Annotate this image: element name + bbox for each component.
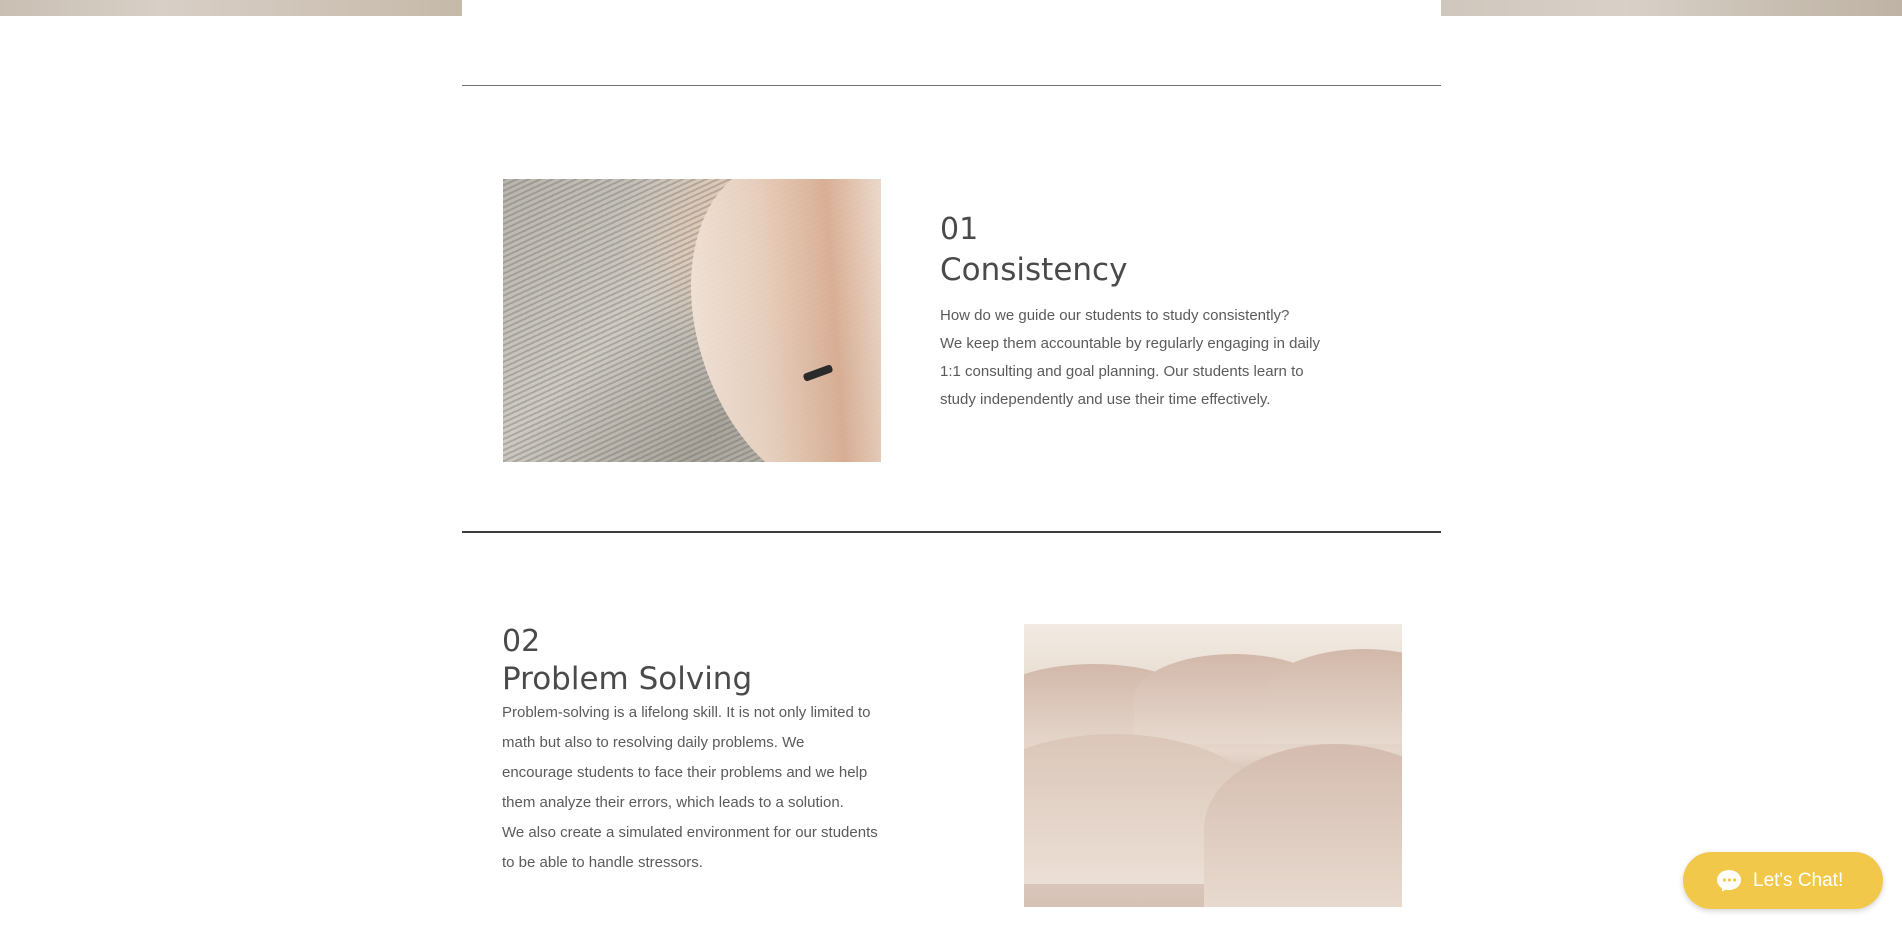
chat-bubble-icon [1717,869,1743,894]
lets-chat-label: Let's Chat! [1753,869,1844,891]
section-divider-top [462,85,1441,86]
section-number-02: 02 [502,624,541,659]
problem-solving-line: We also create a simulated environment f… [502,824,878,841]
problem-solving-line: Problem-solving is a lifelong skill. It … [502,704,871,721]
problem-solving-line: them analyze their errors, which leads t… [502,794,844,811]
section-title-problem-solving: Problem Solving [502,661,753,697]
section-number-01: 01 [940,212,979,247]
problem-solving-description: Problem-solving is a lifelong skill. It … [502,698,922,878]
consistency-line: 1:1 consulting and goal planning. Our st… [940,363,1304,380]
consistency-line: How do we guide our students to study co… [940,307,1290,324]
consistency-line: study independently and use their time e… [940,391,1271,408]
consistency-image [503,179,881,462]
consistency-description: How do we guide our students to study co… [940,302,1350,414]
top-image-strip-left [0,0,462,16]
consistency-line: We keep them accountable by regularly en… [940,335,1320,352]
problem-solving-line: math but also to resolving daily problem… [502,734,805,751]
problem-solving-line: encourage students to face their problem… [502,764,868,781]
problem-solving-image [1024,624,1402,907]
section-divider-middle [462,531,1441,533]
problem-solving-line: to be able to handle stressors. [502,854,703,871]
section-title-consistency: Consistency [940,252,1128,288]
lets-chat-button[interactable]: Let's Chat! [1683,852,1883,909]
top-image-strip-right [1441,0,1902,16]
